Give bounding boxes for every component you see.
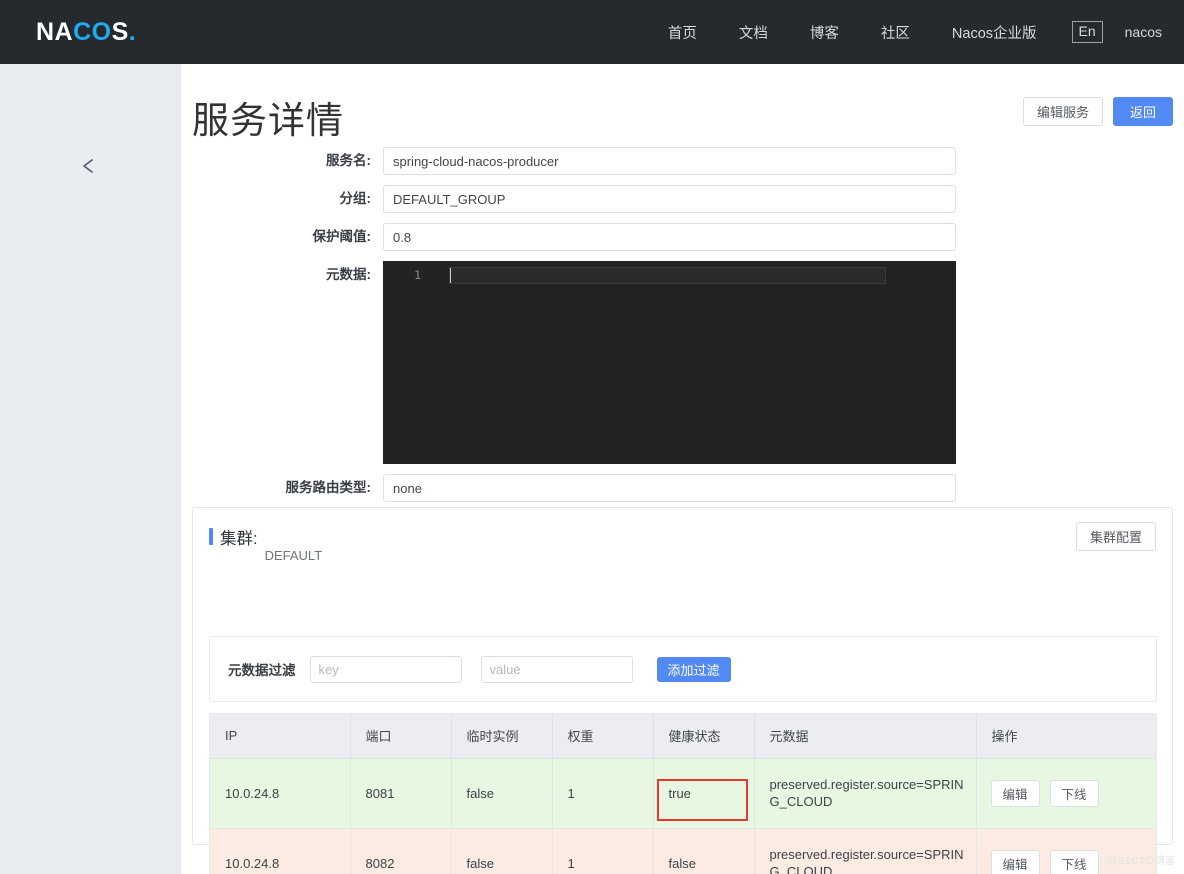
nav-links: 首页 文档 博客 社区 Nacos企业版 En nacos (647, 0, 1184, 64)
cell-metadata: preserved.register.source=SPRING_CLOUD (754, 828, 977, 874)
cell-weight: 1 (552, 758, 654, 829)
th-ephemeral: 临时实例 (451, 714, 553, 759)
cluster-config-button[interactable]: 集群配置 (1075, 522, 1156, 551)
logo-text-co: CO (73, 17, 112, 46)
watermark: @51CTO博客 (1107, 855, 1176, 867)
cell-ephemeral: false (451, 828, 553, 874)
offline-instance-button[interactable]: 下线 (1049, 779, 1099, 807)
top-navigation-bar: NA CO S. 首页 文档 博客 社区 Nacos企业版 En nacos (0, 0, 1184, 64)
service-name-label: 服务名: (326, 153, 371, 168)
row-action-buttons: 编辑 下线 (990, 779, 1149, 807)
protect-threshold-label: 保护阈值: (312, 229, 372, 244)
metadata-filter-label: 元数据过滤 (228, 663, 296, 678)
user-menu[interactable]: nacos (1117, 24, 1184, 40)
language-switch-button[interactable]: En (1071, 20, 1103, 44)
th-operations: 操作 (976, 714, 1156, 759)
form-row-route-type: 服务路由类型: (181, 474, 1184, 502)
chevron-left-icon (81, 156, 97, 176)
th-weight: 权重 (552, 714, 654, 759)
cell-metadata: preserved.register.source=SPRING_CLOUD (754, 758, 977, 829)
edit-service-button[interactable]: 编辑服务 (1022, 97, 1103, 126)
back-button[interactable]: 返回 (1112, 97, 1173, 126)
page-title: 服务详情 (192, 100, 344, 141)
logo-text-dot: . (128, 17, 137, 46)
cluster-accent-bar (209, 528, 213, 545)
cell-ephemeral: false (451, 758, 553, 829)
header-actions: 编辑服务 返回 (1022, 97, 1173, 126)
cell-health-status: false (653, 828, 755, 874)
metadata-code-editor[interactable]: 1 (383, 261, 956, 464)
cell-ip: 10.0.24.8 (210, 828, 351, 874)
cluster-title: 集群: (220, 529, 258, 548)
table-row: 10.0.24.8 8082 false 1 false preserved.r… (210, 828, 1156, 874)
route-type-label: 服务路由类型: (285, 480, 372, 495)
filter-value-input[interactable] (480, 655, 633, 683)
table-header-row: IP 端口 临时实例 权重 健康状态 元数据 操作 (210, 714, 1156, 759)
th-health-status: 健康状态 (653, 714, 755, 759)
logo-text-na: NA (36, 17, 74, 46)
main-content: 服务详情 编辑服务 返回 服务名: 分组: 保护阈值: 元数据: 1 服务路由类… (181, 64, 1184, 874)
table-row: 10.0.24.8 8081 false 1 true preserved.re… (210, 758, 1156, 829)
form-row-group: 分组: (181, 185, 1184, 213)
sidebar-collapse-button[interactable] (75, 152, 103, 180)
protect-threshold-input[interactable] (383, 223, 956, 251)
cell-ip: 10.0.24.8 (210, 758, 351, 829)
metadata-label: 元数据: (326, 267, 371, 282)
editor-gutter: 1 (384, 262, 428, 463)
left-sidebar (0, 64, 181, 874)
edit-instance-button[interactable]: 编辑 (990, 849, 1040, 874)
cell-operations: 编辑 下线 (976, 758, 1156, 829)
nav-item-docs[interactable]: 文档 (718, 22, 789, 43)
nav-item-community[interactable]: 社区 (860, 22, 931, 43)
cell-weight: 1 (552, 828, 654, 874)
form-row-metadata: 元数据: 1 (181, 261, 1184, 464)
cell-health-status: true (653, 758, 755, 829)
form-row-protect-threshold: 保护阈值: (181, 223, 1184, 251)
offline-instance-button[interactable]: 下线 (1049, 849, 1099, 874)
cluster-header: 集群: DEFAULT 集群配置 (193, 508, 1172, 565)
cluster-panel: 集群: DEFAULT 集群配置 元数据过滤 添加过滤 IP 端口 (192, 507, 1173, 874)
nav-item-blog[interactable]: 博客 (789, 22, 860, 43)
th-port: 端口 (350, 714, 452, 759)
edit-instance-button[interactable]: 编辑 (990, 779, 1040, 807)
group-input[interactable] (383, 185, 956, 213)
filter-key-input[interactable] (309, 655, 462, 683)
service-name-input[interactable] (383, 147, 956, 175)
group-label: 分组: (339, 191, 372, 206)
editor-line-number: 1 (414, 268, 421, 282)
editor-active-line (449, 267, 886, 284)
cell-port: 8081 (350, 758, 452, 829)
editor-cursor (450, 268, 451, 283)
add-filter-button[interactable]: 添加过滤 (656, 656, 731, 682)
cell-port: 8082 (350, 828, 452, 874)
cluster-name: DEFAULT (264, 548, 323, 563)
nav-item-enterprise[interactable]: Nacos企业版 (931, 22, 1058, 43)
instance-table-wrapper: IP 端口 临时实例 权重 健康状态 元数据 操作 10.0.24.8 8081… (209, 713, 1157, 874)
th-ip: IP (210, 714, 351, 759)
nav-item-home[interactable]: 首页 (647, 22, 718, 43)
form-row-service-name: 服务名: (181, 147, 1184, 175)
th-metadata: 元数据 (754, 714, 977, 759)
route-type-input[interactable] (383, 474, 956, 502)
metadata-filter-strip: 元数据过滤 添加过滤 (209, 636, 1157, 702)
instance-table: IP 端口 临时实例 权重 健康状态 元数据 操作 10.0.24.8 8081… (210, 714, 1156, 874)
nacos-logo[interactable]: NA CO S. (36, 18, 136, 47)
logo-text-s: S (111, 17, 129, 46)
